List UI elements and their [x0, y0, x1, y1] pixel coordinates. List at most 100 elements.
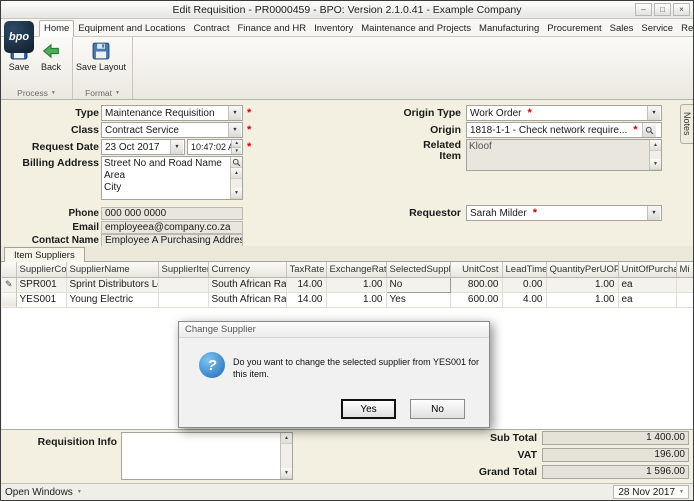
back-button[interactable]: Back — [35, 40, 67, 72]
header-currency[interactable]: Currency — [208, 262, 287, 278]
origin-type-select[interactable]: Work Order * ▼ — [466, 105, 662, 121]
phone-field: 000 000 0000 — [101, 207, 243, 220]
header-selected-supplier[interactable]: SelectedSupplier — [386, 262, 451, 278]
request-date-picker[interactable]: 23 Oct 2017 ▼ — [101, 139, 185, 155]
tab-manufacturing[interactable]: Manufacturing — [475, 21, 543, 36]
save-layout-button[interactable]: Save Layout — [75, 40, 127, 72]
dialog-titlebar[interactable]: Change Supplier — [179, 322, 489, 338]
cell-supplier-item-code[interactable] — [158, 292, 209, 308]
cell-supplier-code[interactable]: YES001 — [16, 292, 67, 308]
billing-address-search-icon[interactable] — [231, 157, 242, 168]
yes-button[interactable]: Yes — [341, 399, 396, 419]
tab-finance-and-hr[interactable]: Finance and HR — [233, 21, 310, 36]
open-windows-label: Open Windows — [5, 486, 73, 498]
billing-address-scrollbar[interactable]: ▲ ▼ — [230, 157, 242, 199]
billing-scroll-track[interactable] — [231, 179, 242, 188]
close-button[interactable]: × — [673, 3, 690, 16]
header-lead-time[interactable]: LeadTime — [502, 262, 547, 278]
requestor-select[interactable]: Sarah Milder * ▼ — [466, 205, 662, 221]
requestor-dropdown-icon[interactable]: ▼ — [647, 206, 660, 220]
billing-address-field[interactable]: Street No and Road Name Area City ▲ ▼ — [101, 156, 243, 200]
header-unit-of-purchase[interactable]: UnitOfPurchase — [618, 262, 677, 278]
requisition-info-field[interactable]: ▲ ▼ — [121, 432, 293, 480]
tab-contract[interactable]: Contract — [190, 21, 234, 36]
tab-maintenance-and-projects[interactable]: Maintenance and Projects — [357, 21, 475, 36]
requisition-info-scrollbar[interactable]: ▲ ▼ — [280, 433, 292, 479]
related-item-scroll-track[interactable] — [650, 151, 661, 159]
related-item-scroll-up-icon[interactable]: ▲ — [650, 140, 661, 151]
tab-home[interactable]: Home — [39, 20, 75, 37]
ribbon-group-process-label[interactable]: Process ▼ — [1, 86, 72, 99]
time-spin-up-icon[interactable]: ▲ — [231, 140, 241, 148]
header-mi[interactable]: Mi — [676, 262, 693, 278]
bpo-logo[interactable]: bpo — [4, 21, 34, 53]
related-item-scroll-down-icon[interactable]: ▼ — [650, 159, 661, 170]
header-quantity-per-uop[interactable]: QuantityPerUOP — [546, 262, 619, 278]
cell-unit-of-purchase[interactable]: ea — [618, 292, 677, 308]
tab-service[interactable]: Service — [637, 21, 677, 36]
tab-sales[interactable]: Sales — [606, 21, 638, 36]
app-window: Edit Requisition - PR0000459 - BPO: Vers… — [0, 0, 694, 501]
no-button[interactable]: No — [410, 399, 465, 419]
cell-supplier-name[interactable]: Young Electric — [66, 292, 159, 308]
notes-tab[interactable]: Notes — [680, 104, 693, 144]
cell-unit-of-purchase[interactable]: ea — [618, 277, 677, 293]
cell-unit-cost[interactable]: 800.00 — [450, 277, 503, 293]
header-tax-rate[interactable]: TaxRate — [286, 262, 327, 278]
tab-equipment-and-locations[interactable]: Equipment and Locations — [74, 21, 189, 36]
tab-item-suppliers[interactable]: Item Suppliers — [4, 247, 85, 262]
cell-mi[interactable] — [676, 292, 693, 308]
origin-value: 1818-1-1 - Check network require... — [470, 124, 628, 136]
billing-scroll-up-icon[interactable]: ▲ — [231, 168, 242, 179]
related-item-scrollbar[interactable]: ▲ ▼ — [649, 140, 661, 170]
ribbon-group-format-label[interactable]: Format ▼ — [73, 86, 132, 99]
header-exchange-rate[interactable]: ExchangeRate — [326, 262, 387, 278]
cell-lead-time[interactable]: 0.00 — [502, 277, 547, 293]
cell-lead-time[interactable]: 4.00 — [502, 292, 547, 308]
header-unit-cost[interactable]: UnitCost — [450, 262, 503, 278]
cell-exchange-rate[interactable]: 1.00 — [326, 277, 387, 293]
cell-quantity-per-uop[interactable]: 1.00 — [546, 292, 619, 308]
open-windows-button[interactable]: Open Windows ▼ — [5, 487, 82, 498]
billing-scroll-down-icon[interactable]: ▼ — [231, 188, 242, 199]
cell-exchange-rate[interactable]: 1.00 — [326, 292, 387, 308]
type-dropdown-icon[interactable]: ▼ — [228, 106, 241, 120]
tab-inventory[interactable]: Inventory — [310, 21, 357, 36]
origin-search-icon[interactable] — [641, 123, 656, 137]
header-supplier-code[interactable]: SupplierCode — [16, 262, 67, 278]
class-dropdown-icon[interactable]: ▼ — [228, 123, 241, 137]
header-supplier-item-code[interactable]: SupplierItemCode — [158, 262, 209, 278]
billing-address-line2: City — [104, 182, 122, 193]
requisition-info-scroll-down-icon[interactable]: ▼ — [281, 468, 292, 479]
requisition-info-scroll-up-icon[interactable]: ▲ — [281, 433, 292, 444]
cell-currency[interactable]: South African Rand — [208, 292, 287, 308]
cell-unit-cost[interactable]: 600.00 — [450, 292, 503, 308]
cell-supplier-code[interactable]: SPR001 — [16, 277, 67, 293]
origin-field[interactable]: 1818-1-1 - Check network require... * — [466, 122, 662, 138]
class-select[interactable]: Contract Service ▼ — [101, 122, 243, 138]
tab-procurement[interactable]: Procurement — [543, 21, 605, 36]
cell-mi[interactable] — [676, 277, 693, 293]
tab-reporting[interactable]: Reporting — [677, 21, 693, 36]
cell-quantity-per-uop[interactable]: 1.00 — [546, 277, 619, 293]
requisition-info-scroll-track[interactable] — [281, 444, 292, 468]
request-time-spinner[interactable]: 10:47:02 AM ▲ ▼ — [187, 139, 243, 155]
dialog-message: Do you want to change the selected suppl… — [233, 357, 479, 379]
cell-selected-supplier[interactable]: Yes — [386, 292, 451, 308]
save-button-label: Save — [8, 62, 30, 72]
minimize-button[interactable]: – — [635, 3, 652, 16]
origin-type-dropdown-icon[interactable]: ▼ — [647, 106, 660, 120]
cell-supplier-name[interactable]: Sprint Distributors Local — [66, 277, 159, 293]
cell-tax-rate[interactable]: 14.00 — [286, 277, 327, 293]
header-supplier-name[interactable]: SupplierName — [66, 262, 159, 278]
cell-tax-rate[interactable]: 14.00 — [286, 292, 327, 308]
status-date-picker[interactable]: 28 Nov 2017 ▼ — [613, 485, 689, 499]
type-select[interactable]: Maintenance Requisition ▼ — [101, 105, 243, 121]
maximize-button[interactable]: □ — [654, 3, 671, 16]
cell-supplier-item-code[interactable] — [158, 277, 209, 293]
cell-selected-supplier[interactable]: No — [385, 276, 451, 293]
cell-currency[interactable]: South African Rand — [208, 277, 287, 293]
time-spin-down-icon[interactable]: ▼ — [231, 147, 241, 154]
request-date-dropdown-icon[interactable]: ▼ — [170, 140, 183, 154]
question-icon: ? — [199, 352, 225, 378]
